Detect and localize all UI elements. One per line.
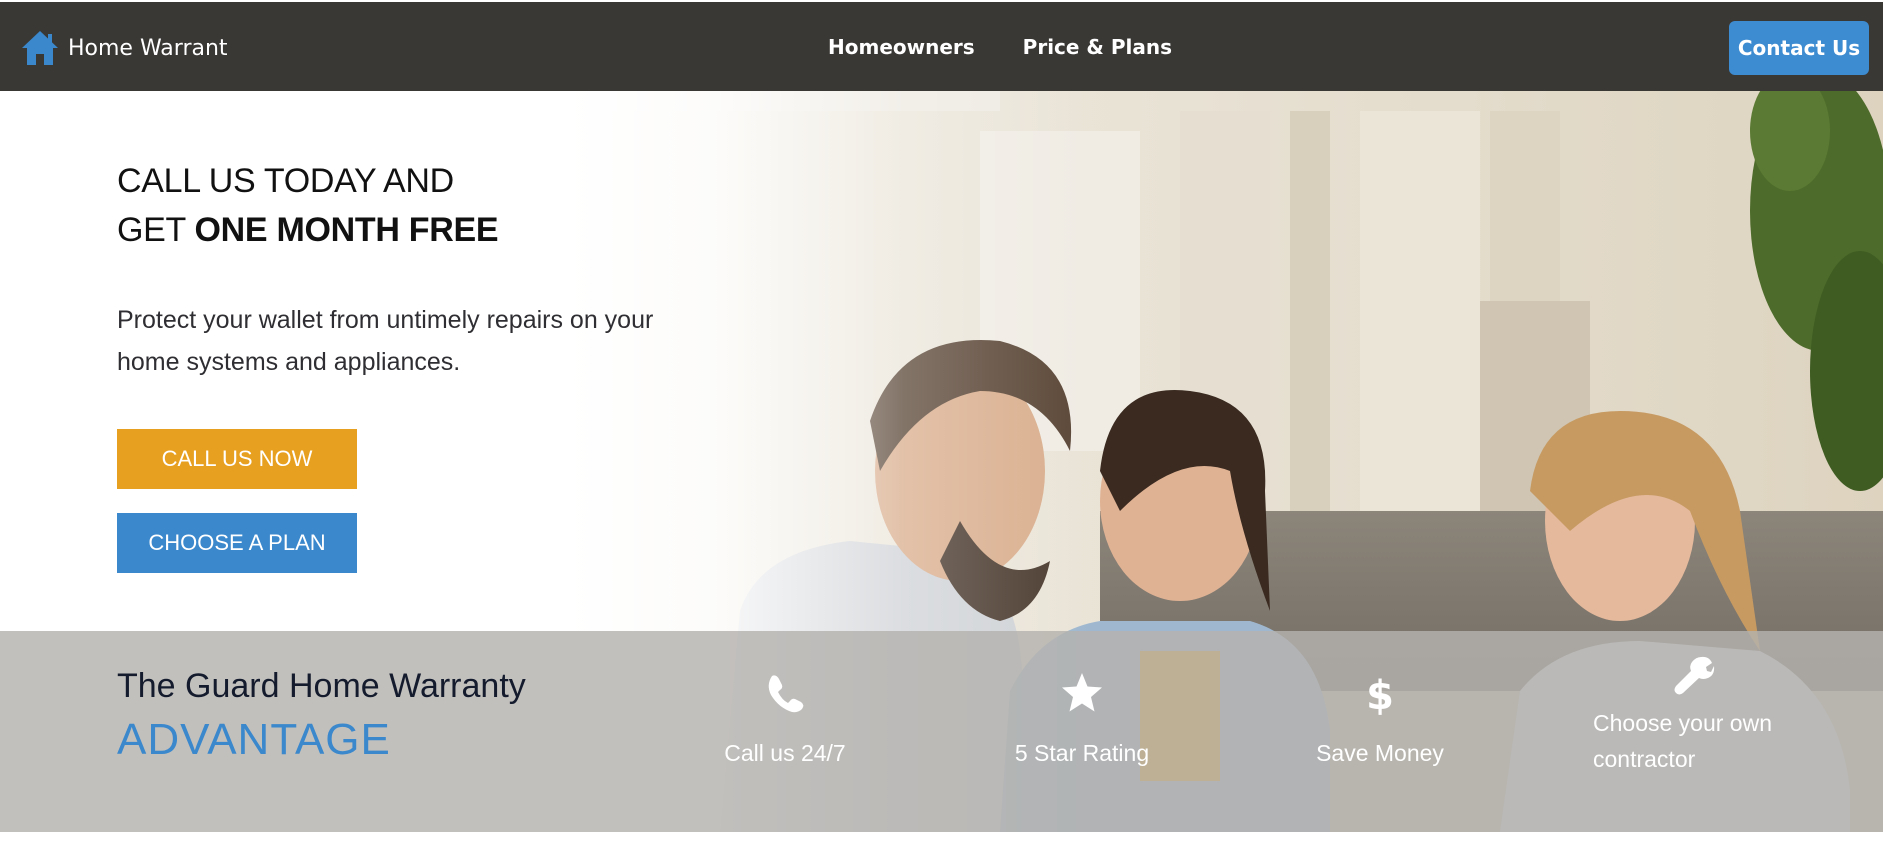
- svg-text:$: $: [1366, 673, 1394, 715]
- advantage-bar: The Guard Home Warranty ADVANTAGE Call u…: [0, 631, 1883, 832]
- feature-rating: 5 Star Rating: [982, 671, 1182, 771]
- phone-icon: [768, 675, 804, 713]
- headline-prefix: GET: [117, 211, 195, 249]
- hero-subtext: Protect your wallet from untimely repair…: [117, 306, 654, 376]
- nav-price-plans[interactable]: Price & Plans: [1023, 35, 1172, 59]
- feature-call: Call us 24/7: [685, 671, 885, 771]
- feature-label: Choose your own contractor: [1593, 710, 1772, 772]
- dollar-icon: $: [1366, 673, 1394, 715]
- headline-line-2: GET ONE MONTH FREE: [117, 206, 499, 255]
- feature-label: 5 Star Rating: [1014, 740, 1150, 766]
- brand-name: Home Warrant: [68, 35, 228, 61]
- feature-label: Save Money: [1316, 740, 1444, 766]
- brand-logo-link[interactable]: Home Warrant: [20, 28, 228, 68]
- wrench-icon: [1674, 656, 1715, 695]
- choose-plan-button[interactable]: CHOOSE A PLAN: [117, 513, 357, 573]
- call-us-now-button[interactable]: CALL US NOW: [117, 429, 357, 489]
- headline-emphasis: ONE MONTH FREE: [194, 211, 499, 249]
- feature-contractor: Choose your own contractor: [1593, 653, 1793, 777]
- house-icon: [22, 31, 58, 65]
- main-nav: Homeowners Price & Plans: [828, 2, 1172, 91]
- headline-line-1: CALL US TODAY AND: [117, 162, 454, 200]
- feature-label: Call us 24/7: [724, 740, 846, 766]
- advantage-title: The Guard Home Warranty: [117, 667, 526, 705]
- feature-save-money: $ Save Money: [1280, 671, 1480, 771]
- top-navbar: Home Warrant Homeowners Price & Plans Co…: [0, 2, 1883, 91]
- star-icon: [1062, 673, 1102, 712]
- hero-headline: CALL US TODAY AND GET ONE MONTH FREE: [117, 157, 499, 255]
- page-bottom-strip: [0, 832, 1883, 850]
- advantage-word: ADVANTAGE: [117, 715, 391, 764]
- nav-homeowners[interactable]: Homeowners: [828, 35, 975, 59]
- hero-section: CALL US TODAY AND GET ONE MONTH FREE Pro…: [0, 91, 1883, 832]
- contact-us-button[interactable]: Contact Us: [1729, 21, 1869, 75]
